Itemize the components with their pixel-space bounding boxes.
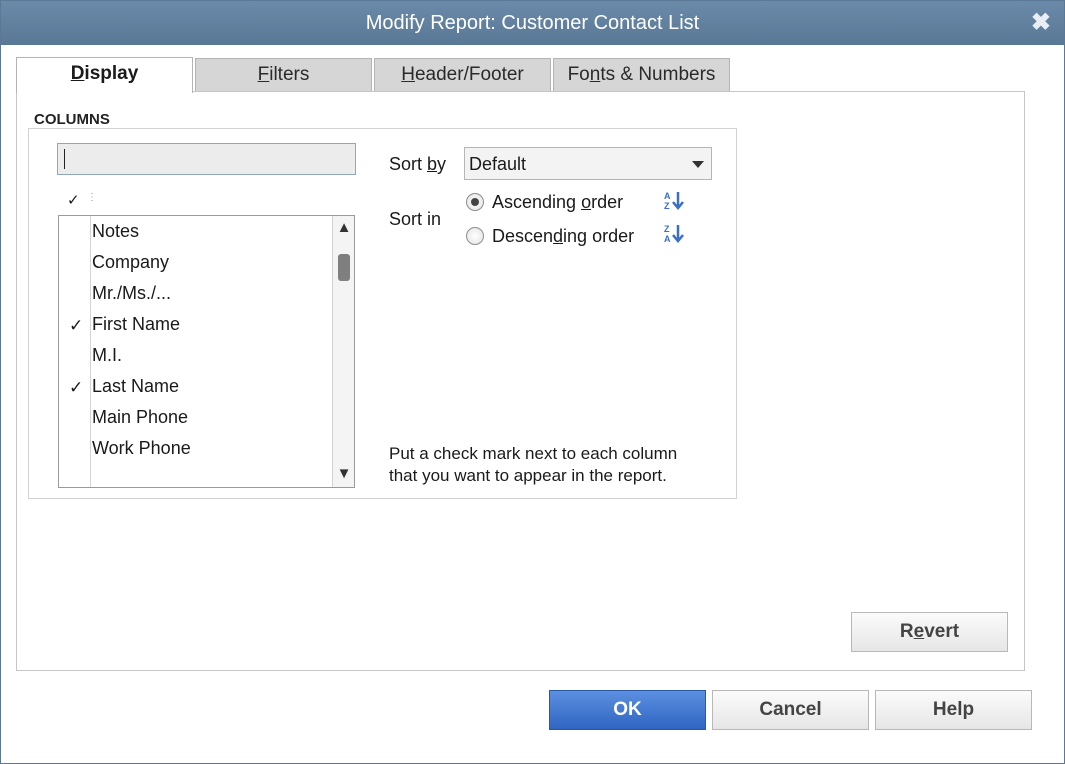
tab-filters[interactable]: Filters [195,58,372,92]
list-item-label: Notes [92,221,140,241]
list-item-label: Last Name [92,376,180,396]
list-item-label: Work Phone [92,438,191,458]
columns-group-title: COLUMNS [31,111,113,128]
ascending-label[interactable]: Ascending order [492,192,623,213]
hint-line-1: Put a check mark next to each column [389,444,678,463]
sort-ascending-icon-text-a: A [664,191,671,201]
descending-label[interactable]: Descending order [492,226,634,247]
columns-hint-text: Put a check mark next to each column tha… [389,443,677,487]
sort-by-select[interactable]: Default [464,147,712,180]
tab-fonts-numbers[interactable]: Fonts & Numbers [553,58,730,92]
revert-button[interactable]: Revert [851,612,1008,652]
list-item-label: Company [92,252,170,272]
sort-descending-icon: Z A [664,224,684,244]
list-item-label: First Name [92,314,181,334]
scroll-down-icon[interactable]: ▼ [333,463,354,485]
list-item-label: Main Phone [92,407,189,427]
list-item[interactable]: M.I. [59,340,331,371]
check-icon: ✓ [69,316,84,335]
list-item[interactable]: ✓ First Name [59,309,331,340]
descending-radio[interactable] [466,227,484,245]
text-cursor [64,149,65,169]
list-item[interactable]: Work Phone [59,433,331,464]
sort-by-value: Default [469,154,527,174]
sort-descending-icon-text-z: Z [664,224,670,234]
sort-by-label: Sort by [389,154,447,174]
sort-descending-icon-text-a: A [664,234,671,244]
list-item[interactable]: Notes [59,216,331,247]
list-item[interactable]: ✓ Last Name [59,371,331,402]
ascending-radio[interactable] [466,193,484,211]
column-search-input[interactable] [57,143,356,175]
modify-report-dialog: Modify Report: Customer Contact List ✖ D… [0,0,1065,764]
window-title: Modify Report: Customer Contact List [365,12,700,34]
list-item[interactable]: Mr./Ms./... [59,278,331,309]
list-item[interactable]: Company [59,247,331,278]
scrollbar-thumb[interactable] [338,254,350,281]
tab-header-footer[interactable]: Header/Footer [374,58,551,92]
hint-line-2: that you want to appear in the report. [389,466,667,485]
list-item[interactable]: Main Phone [59,402,331,433]
tab-display[interactable]: Display [16,57,193,93]
list-item-label: Mr./Ms./... [92,283,171,303]
ok-button[interactable]: OK [549,690,706,730]
close-icon[interactable]: ✖ [1031,10,1051,36]
check-column-header: ✓ [67,192,80,209]
sort-ascending-icon: A Z [664,191,684,211]
chevron-down-icon [692,161,704,168]
sort-ascending-icon-text-z: Z [664,201,670,211]
title-bar[interactable]: Modify Report: Customer Contact List ✖ [1,1,1064,45]
check-icon: ✓ [69,378,84,397]
column-resize-handle-icon[interactable]: ⋮ [87,192,97,203]
list-item-label: M.I. [92,345,122,365]
cancel-button[interactable]: Cancel [712,690,869,730]
sort-in-label: Sort in [389,209,442,229]
scroll-up-icon[interactable]: ▲ [333,217,354,239]
columns-list-scrollbar[interactable]: ▲ ▼ [332,216,354,487]
columns-list: Notes Company Mr./Ms./... ✓ First Name M… [58,215,355,488]
help-button[interactable]: Help [875,690,1032,730]
